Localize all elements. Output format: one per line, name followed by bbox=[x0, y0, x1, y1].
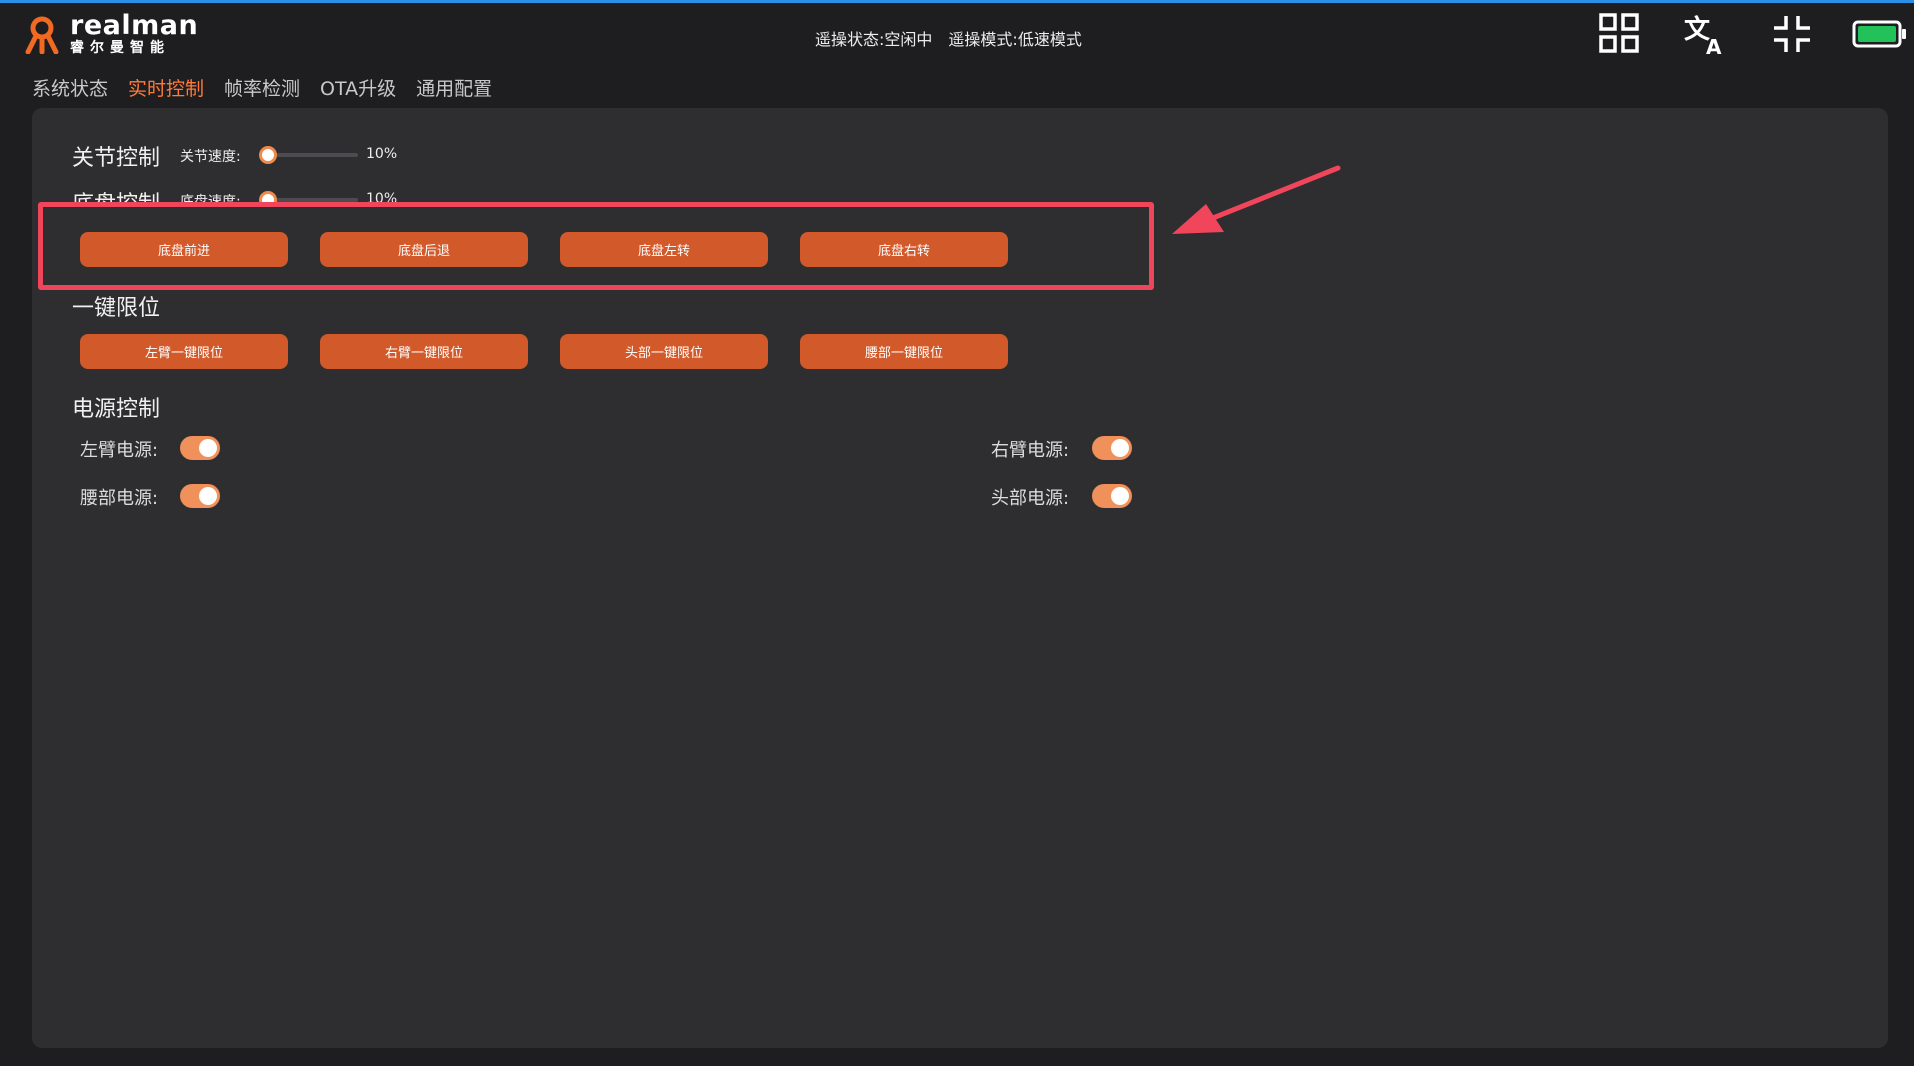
main-tabs: 系统状态 实时控制 帧率检测 OTA升级 通用配置 bbox=[32, 74, 492, 101]
joint-speed-value: 10% bbox=[366, 146, 398, 162]
teleop-status: 遥操状态:空闲中 bbox=[815, 30, 933, 49]
grid-icon[interactable] bbox=[1598, 12, 1642, 56]
tab-realtime-control[interactable]: 实时控制 bbox=[128, 74, 204, 101]
brand-logo: realman 睿尔曼智能 bbox=[22, 12, 198, 55]
right-arm-power-label: 右臂电源: bbox=[991, 440, 1070, 461]
brand-name-cn: 睿尔曼智能 bbox=[70, 40, 170, 56]
tab-general-config[interactable]: 通用配置 bbox=[416, 74, 492, 101]
power-control-title: 电源控制 bbox=[72, 397, 161, 422]
exit-fullscreen-icon[interactable] bbox=[1770, 12, 1814, 56]
joint-speed-label: 关节速度: bbox=[180, 149, 241, 165]
tab-frame-rate[interactable]: 帧率检测 bbox=[224, 74, 300, 101]
svg-text:A: A bbox=[1706, 35, 1722, 56]
head-limit-button[interactable]: 头部一键限位 bbox=[560, 334, 768, 369]
waist-power-toggle[interactable] bbox=[180, 484, 220, 508]
head-power-label: 头部电源: bbox=[991, 488, 1070, 509]
joint-speed-slider-thumb[interactable] bbox=[259, 146, 277, 164]
tab-system-status[interactable]: 系统状态 bbox=[32, 74, 108, 101]
left-arm-limit-button[interactable]: 左臂一键限位 bbox=[80, 334, 288, 369]
right-arm-limit-button[interactable]: 右臂一键限位 bbox=[320, 334, 528, 369]
annotation-highlight-box bbox=[38, 202, 1154, 290]
battery-icon bbox=[1852, 20, 1906, 48]
teleop-mode: 遥操模式:低速模式 bbox=[948, 30, 1082, 49]
one-key-limit-title: 一键限位 bbox=[72, 296, 161, 321]
tab-ota-upgrade[interactable]: OTA升级 bbox=[320, 74, 396, 101]
head-power-toggle[interactable] bbox=[1092, 484, 1132, 508]
teleop-status-bar: 遥操状态:空闲中 遥操模式:低速模式 bbox=[815, 26, 1082, 50]
realman-logo-icon bbox=[25, 16, 59, 54]
waist-power-label: 腰部电源: bbox=[80, 488, 159, 509]
right-arm-power-toggle[interactable] bbox=[1092, 436, 1132, 460]
translate-icon[interactable]: 文 A bbox=[1684, 12, 1728, 56]
left-arm-power-label: 左臂电源: bbox=[80, 440, 159, 461]
top-accent-line bbox=[0, 0, 1914, 3]
left-arm-power-toggle[interactable] bbox=[180, 436, 220, 460]
annotation-arrow-icon bbox=[1172, 165, 1341, 234]
joint-speed-slider[interactable] bbox=[268, 153, 358, 157]
waist-limit-button[interactable]: 腰部一键限位 bbox=[800, 334, 1008, 369]
joint-control-title: 关节控制 bbox=[72, 146, 161, 171]
brand-name-en: realman bbox=[70, 10, 199, 41]
